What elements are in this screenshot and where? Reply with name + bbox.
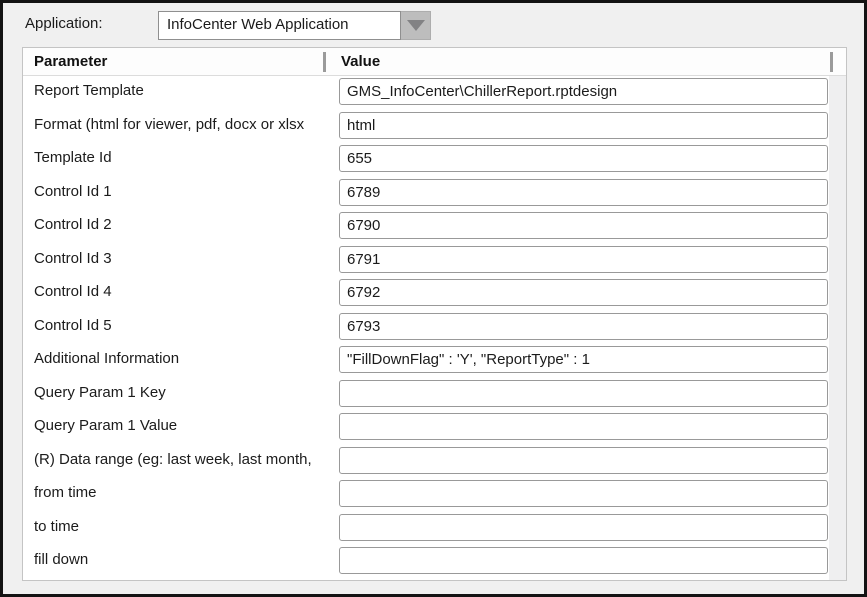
table-row: to time [23, 512, 846, 546]
parameter-label: Additional Information [34, 350, 179, 367]
value-input-format[interactable] [339, 112, 828, 139]
parameter-label: Report Template [34, 82, 144, 99]
application-dropdown-button[interactable] [401, 11, 431, 40]
parameter-label: Format (html for viewer, pdf, docx or xl… [34, 116, 304, 133]
table-row: Query Param 1 Value [23, 411, 846, 445]
table-row: Control Id 5 [23, 311, 846, 345]
value-input-control-id-5[interactable] [339, 313, 828, 340]
column-resize-handle[interactable] [830, 52, 833, 72]
parameter-label: from time [34, 484, 97, 501]
parameter-table: Parameter Value Report Template Format (… [22, 47, 847, 581]
value-input-control-id-2[interactable] [339, 212, 828, 239]
parameter-label: Query Param 1 Key [34, 384, 166, 401]
value-input-control-id-3[interactable] [339, 246, 828, 273]
value-input-from-time[interactable] [339, 480, 828, 507]
triangle-down-icon [407, 20, 425, 31]
parameter-table-header: Parameter Value [23, 48, 846, 76]
table-row: Control Id 1 [23, 177, 846, 211]
parameter-label: Control Id 4 [34, 283, 112, 300]
parameter-label: Template Id [34, 149, 112, 166]
parameter-label: Control Id 3 [34, 250, 112, 267]
parameter-label: (R) Data range (eg: last week, last mont… [34, 451, 312, 468]
table-row: Additional Information [23, 344, 846, 378]
value-input-query-param-1-value[interactable] [339, 413, 828, 440]
value-input-to-time[interactable] [339, 514, 828, 541]
table-row: Control Id 4 [23, 277, 846, 311]
application-label: Application: [25, 15, 103, 32]
parameter-label: fill down [34, 551, 88, 568]
table-row: from time [23, 478, 846, 512]
application-combobox[interactable]: InfoCenter Web Application [158, 11, 431, 40]
value-input-control-id-1[interactable] [339, 179, 828, 206]
value-input-template-id[interactable] [339, 145, 828, 172]
parameter-table-body: Report Template Format (html for viewer,… [23, 76, 846, 580]
value-input-report-template[interactable] [339, 78, 828, 105]
table-row: Report Template [23, 76, 846, 110]
value-input-query-param-1-key[interactable] [339, 380, 828, 407]
application-window: Application: InfoCenter Web Application … [0, 0, 867, 597]
table-row: Control Id 3 [23, 244, 846, 278]
value-input-fill-down[interactable] [339, 547, 828, 574]
parameter-label: Control Id 1 [34, 183, 112, 200]
table-row: (R) Data range (eg: last week, last mont… [23, 445, 846, 479]
table-row: fill down [23, 545, 846, 579]
parameter-label: Query Param 1 Value [34, 417, 177, 434]
column-header-parameter: Parameter [34, 53, 107, 70]
value-input-data-range[interactable] [339, 447, 828, 474]
table-row: Template Id [23, 143, 846, 177]
application-combobox-value[interactable]: InfoCenter Web Application [158, 11, 401, 40]
parameter-label: Control Id 2 [34, 216, 112, 233]
table-row: Control Id 2 [23, 210, 846, 244]
column-resize-handle[interactable] [323, 52, 326, 72]
parameter-label: to time [34, 518, 79, 535]
table-row: Format (html for viewer, pdf, docx or xl… [23, 110, 846, 144]
value-input-control-id-4[interactable] [339, 279, 828, 306]
table-row: Query Param 1 Key [23, 378, 846, 412]
parameter-label: Control Id 5 [34, 317, 112, 334]
value-input-additional-information[interactable] [339, 346, 828, 373]
column-header-value: Value [341, 53, 380, 70]
